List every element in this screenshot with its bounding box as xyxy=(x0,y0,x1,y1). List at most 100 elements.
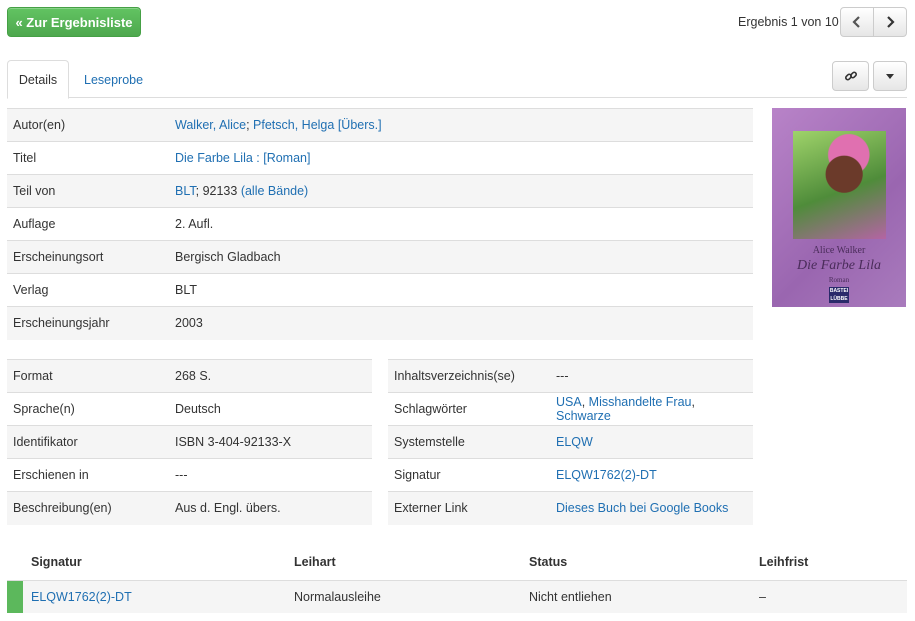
holding-leihart: Normalausleihe xyxy=(294,580,529,613)
subject-link[interactable]: USA xyxy=(556,395,582,409)
field-value: Deutsch xyxy=(169,392,372,426)
subject-separator: , xyxy=(691,395,695,409)
availability-bar xyxy=(7,580,23,613)
column-header-leihfrist: Leihfrist xyxy=(759,545,907,581)
cover-subtitle: Roman xyxy=(828,276,850,284)
field-label: Externer Link xyxy=(388,491,550,525)
classification-link[interactable]: ELQW xyxy=(556,435,593,449)
book-cover-image[interactable]: Alice Walker Die Farbe Lila Roman BASTEI… xyxy=(772,108,906,307)
details-row: Format 268 S. xyxy=(7,359,372,393)
field-value: Dieses Buch bei Google Books xyxy=(550,491,753,525)
back-to-results-button[interactable]: « Zur Ergebnisliste xyxy=(7,7,141,37)
next-result-button[interactable] xyxy=(873,8,906,36)
details-row: Externer Link Dieses Buch bei Google Book… xyxy=(388,491,753,525)
details-row: Inhaltsverzeichnis(se) --- xyxy=(388,359,753,393)
tab-leseprobe[interactable]: Leseprobe xyxy=(84,60,143,99)
publisher-logo: BASTEI LÜBBE xyxy=(829,287,849,303)
field-value: --- xyxy=(169,458,372,492)
field-label: Autor(en) xyxy=(7,108,169,142)
field-value: 2. Aufl. xyxy=(169,207,753,241)
field-label: Erscheinungsjahr xyxy=(7,306,169,340)
author-separator: ; xyxy=(246,118,254,132)
details-row: Titel Die Farbe Lila : [Roman] xyxy=(7,141,753,175)
field-label: Teil von xyxy=(7,174,169,208)
field-label: Systemstelle xyxy=(388,425,550,459)
details-row: Teil von BLT; 92133 (alle Bände) xyxy=(7,174,753,208)
field-value: 2003 xyxy=(169,306,753,340)
holdings-table: Signatur Leihart Status Leihfrist ELQW17… xyxy=(7,545,907,613)
physical-details-table: Format 268 S. Sprache(n) Deutsch Identifik… xyxy=(7,359,372,525)
subject-separator: , xyxy=(581,395,589,409)
series-number: ; 92133 xyxy=(195,184,241,198)
field-label: Inhaltsverzeichnis(se) xyxy=(388,359,550,393)
chevron-right-icon xyxy=(887,16,895,28)
column-header-leihart: Leihart xyxy=(294,545,529,581)
status-column-spacer xyxy=(7,545,31,581)
details-row: Systemstelle ELQW xyxy=(388,425,753,459)
field-value: Walker, Alice; Pfetsch, Helga [Übers.] xyxy=(169,108,753,142)
holdings-header-row: Signatur Leihart Status Leihfrist xyxy=(7,545,907,581)
details-row: Beschreibung(en) Aus d. Engl. übers. xyxy=(7,491,372,525)
details-row: Sprache(n) Deutsch xyxy=(7,392,372,426)
details-row: Verlag BLT xyxy=(7,273,753,307)
field-value: Bergisch Gladbach xyxy=(169,240,753,274)
field-value: ISBN 3-404-92133-X xyxy=(169,425,372,459)
cover-title: Die Farbe Lila xyxy=(797,258,881,273)
author-link[interactable]: Pfetsch, Helga [Übers.] xyxy=(253,118,382,132)
holding-call-number-link[interactable]: ELQW1762(2)-DT xyxy=(31,590,132,604)
more-actions-dropdown[interactable] xyxy=(873,61,907,91)
field-value: --- xyxy=(550,359,753,393)
details-row: Erschienen in --- xyxy=(7,458,372,492)
field-label: Erschienen in xyxy=(7,458,169,492)
google-books-link[interactable]: Dieses Buch bei Google Books xyxy=(556,501,728,515)
result-counter: Ergebnis 1 von 10 xyxy=(738,15,839,29)
previous-result-button[interactable] xyxy=(841,8,873,36)
field-value: Die Farbe Lila : [Roman] xyxy=(169,141,753,175)
holdings-row: ELQW1762(2)-DT Normalausleihe Nicht entl… xyxy=(7,580,907,613)
holding-leihfrist: – xyxy=(759,580,907,613)
permalink-button[interactable] xyxy=(832,61,869,91)
field-label: Identifikator xyxy=(7,425,169,459)
link-icon xyxy=(844,71,857,81)
subject-link[interactable]: Schwarze xyxy=(556,409,611,423)
column-header-status: Status xyxy=(529,545,759,581)
caret-down-icon xyxy=(886,73,894,79)
details-row: Signatur ELQW1762(2)-DT xyxy=(388,458,753,492)
field-value: BLT xyxy=(169,273,753,307)
field-value: USA, Misshandelte Frau, Schwarze xyxy=(550,392,753,426)
subject-details-table: Inhaltsverzeichnis(se) --- Schlagwörter U… xyxy=(388,359,753,525)
field-label: Verlag xyxy=(7,273,169,307)
column-header-signatur: Signatur xyxy=(31,545,294,581)
author-link[interactable]: Walker, Alice xyxy=(175,118,246,132)
details-row: Identifikator ISBN 3-404-92133-X xyxy=(7,425,372,459)
title-link[interactable]: Die Farbe Lila : [Roman] xyxy=(175,151,310,165)
call-number-link[interactable]: ELQW1762(2)-DT xyxy=(556,468,657,482)
cover-photo xyxy=(793,131,886,239)
holding-status: Nicht entliehen xyxy=(529,580,759,613)
record-tabs: Details Leseprobe xyxy=(7,60,907,99)
chevron-left-icon xyxy=(852,16,860,28)
details-table: Autor(en) Walker, Alice; Pfetsch, Helga … xyxy=(7,108,753,340)
subject-link[interactable]: Misshandelte Frau xyxy=(589,395,692,409)
field-label: Schlagwörter xyxy=(388,392,550,426)
availability-indicator xyxy=(7,580,31,613)
holding-signatur: ELQW1762(2)-DT xyxy=(31,580,294,613)
field-label: Sprache(n) xyxy=(7,392,169,426)
field-label: Auflage xyxy=(7,207,169,241)
details-row: Erscheinungsort Bergisch Gladbach xyxy=(7,240,753,274)
tab-details[interactable]: Details xyxy=(7,60,69,99)
details-row: Auflage 2. Aufl. xyxy=(7,207,753,241)
field-label: Signatur xyxy=(388,458,550,492)
series-link[interactable]: BLT xyxy=(175,184,196,198)
details-row: Autor(en) Walker, Alice; Pfetsch, Helga … xyxy=(7,108,753,142)
field-value: ELQW xyxy=(550,425,753,459)
details-row: Schlagwörter USA, Misshandelte Frau, Sch… xyxy=(388,392,753,426)
cover-author: Alice Walker xyxy=(812,245,866,256)
details-row: Erscheinungsjahr 2003 xyxy=(7,306,753,340)
field-value: Aus d. Engl. übers. xyxy=(169,491,372,525)
field-label: Erscheinungsort xyxy=(7,240,169,274)
all-volumes-link[interactable]: (alle Bände) xyxy=(241,184,308,198)
field-value: 268 S. xyxy=(169,359,372,393)
field-label: Format xyxy=(7,359,169,393)
field-label: Titel xyxy=(7,141,169,175)
